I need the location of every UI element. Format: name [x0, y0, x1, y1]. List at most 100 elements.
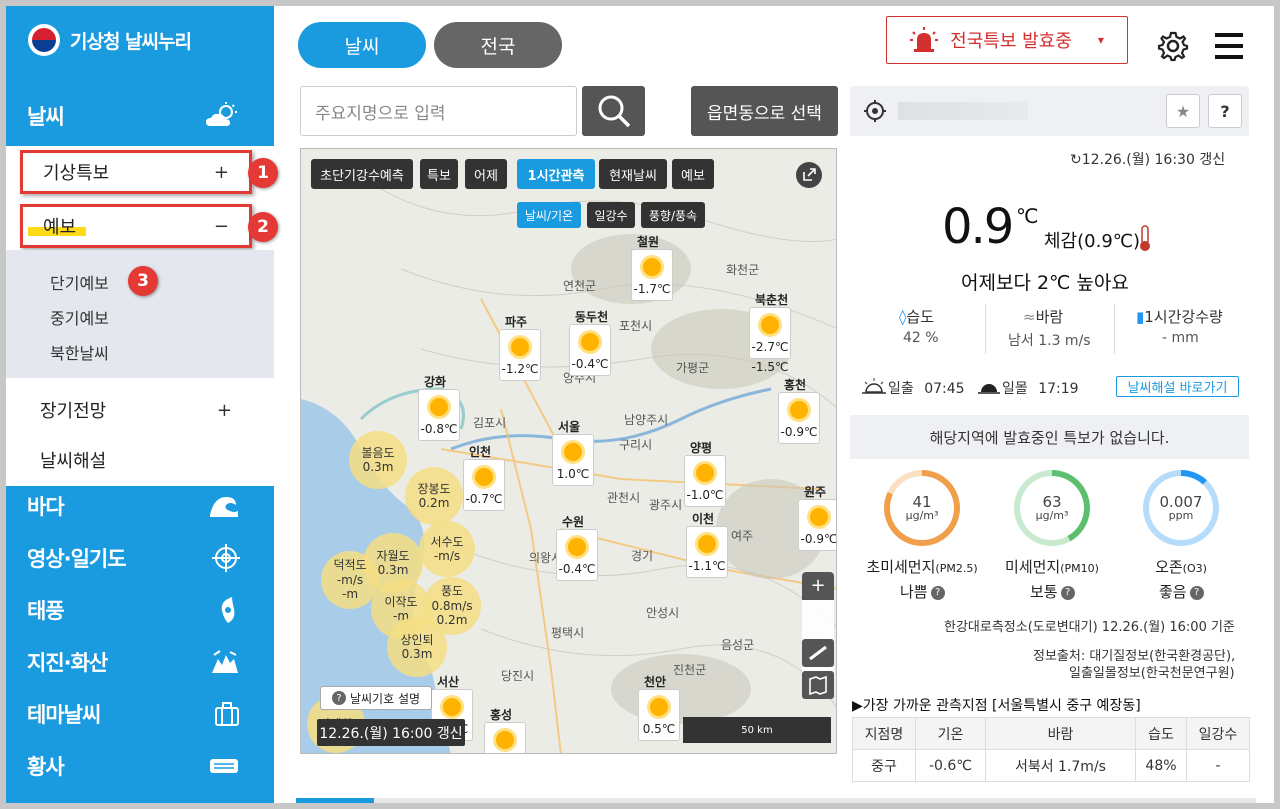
- air-name-text: 미세먼지: [1005, 558, 1061, 576]
- sidebar-item-earthquake[interactable]: 지진·화산: [6, 636, 274, 688]
- sea-name: 장봉도: [417, 481, 451, 496]
- station-name: 북춘천: [755, 293, 789, 307]
- sidebar-item-forecast[interactable]: 예보 −: [20, 204, 252, 248]
- station-marker[interactable]: 0.5℃: [638, 689, 680, 741]
- search-button[interactable]: [582, 86, 645, 136]
- tab-current-weather[interactable]: 현재날씨: [599, 159, 667, 189]
- station-marker[interactable]: 1.0℃: [552, 434, 594, 486]
- favorite-star-button[interactable]: ★: [1166, 94, 1200, 128]
- tab-national[interactable]: 전국: [434, 22, 562, 68]
- sunny-icon: [443, 698, 461, 716]
- sea-observation-marker[interactable]: 볼음도 0.3m: [349, 431, 407, 489]
- station-name: 강화: [424, 375, 447, 389]
- sidebar-item-weather[interactable]: 날씨: [6, 90, 274, 142]
- collapse-icon: −: [213, 215, 229, 237]
- weather-symbol-legend-button[interactable]: ? 날씨기호 설명: [320, 686, 432, 710]
- typhoon-icon: [221, 597, 235, 623]
- national-alert-dropdown[interactable]: 전국특보 발효중 ▾: [886, 16, 1128, 64]
- sidebar-item-short-term[interactable]: 단기예보: [50, 270, 109, 294]
- subtab-wind[interactable]: 풍향/풍속: [641, 202, 705, 228]
- station-marker[interactable]: -0.9℃: [778, 392, 820, 444]
- help-button[interactable]: ?: [1208, 94, 1242, 128]
- sidebar-item-sea[interactable]: 바다: [6, 480, 274, 532]
- air-gauge-inner: 0.007 ppm: [1149, 476, 1213, 540]
- weather-commentary-link[interactable]: 날씨해설 바로가기: [1116, 376, 1239, 397]
- station-marker[interactable]: -1.7℃: [631, 249, 673, 301]
- sunset: 일몰 17:19: [1002, 378, 1079, 398]
- air-gauge: 63 μg/m³: [1014, 470, 1090, 546]
- search-input[interactable]: 주요지명으로 입력: [300, 86, 577, 136]
- zoom-in-button[interactable]: +: [802, 572, 834, 600]
- station-marker[interactable]: -0.7℃: [463, 459, 505, 511]
- sea-observation-marker[interactable]: 장봉도 0.2m: [405, 467, 463, 525]
- sea-val: 0.3m: [401, 647, 433, 661]
- wind-value: 남서 1.3 m/s: [1008, 333, 1091, 349]
- sidebar-item-commentary[interactable]: 날씨해설: [20, 438, 252, 482]
- sunny-icon: [790, 401, 808, 419]
- air-name: 오존(O3): [1119, 556, 1243, 577]
- ruler-icon[interactable]: [802, 639, 834, 667]
- sidebar-item-satellite[interactable]: 영상·일기도: [6, 532, 274, 584]
- tab-map-alerts[interactable]: 특보: [420, 159, 458, 189]
- station-marker[interactable]: -0.4℃: [569, 324, 611, 376]
- logo[interactable]: 기상청 날씨누리: [28, 24, 192, 56]
- sidebar-item-label: 태풍: [27, 599, 65, 623]
- subtab-daily-rain[interactable]: 일강수: [587, 202, 635, 228]
- station-name: 서산: [437, 675, 460, 689]
- region-select-button[interactable]: 읍면동으로 선택: [691, 86, 838, 136]
- menu-icon[interactable]: [1214, 31, 1244, 61]
- sidebar-item-mid-term[interactable]: 중기예보: [50, 305, 109, 329]
- sea-observation-marker[interactable]: 서수도 -m/s: [419, 521, 475, 577]
- observation-table: 지점명 기온 바람 습도 일강수 중구 -0.6℃ 서북서 1.7m/s 48%…: [852, 717, 1250, 782]
- station-temp: -1.1℃: [688, 559, 726, 573]
- sunny-icon: [643, 258, 661, 276]
- air-name: 미세먼지(PM10): [990, 556, 1114, 577]
- station-marker[interactable]: -1.0℃: [684, 455, 726, 507]
- help-icon[interactable]: ?: [930, 585, 945, 600]
- refresh-icon[interactable]: ↻: [1070, 152, 1082, 168]
- station-temp: -0.7℃: [465, 492, 503, 506]
- sea-observation-marker[interactable]: 상인퇴 0.3m: [387, 617, 447, 677]
- tab-hourly-obs[interactable]: 1시간관측: [517, 159, 595, 189]
- help-icon[interactable]: ?: [1189, 585, 1204, 600]
- tab-yesterday[interactable]: 어제: [465, 159, 507, 189]
- subtab-weather-temp[interactable]: 날씨/기온: [517, 202, 581, 228]
- location-target-icon[interactable]: [864, 100, 886, 122]
- station-marker[interactable]: -0.8℃: [418, 389, 460, 441]
- annotation-badge-2: 2: [248, 212, 278, 242]
- station-marker[interactable]: -0.4℃: [556, 529, 598, 581]
- place-label: 남양주시: [624, 413, 669, 427]
- station-marker[interactable]: -2.7℃ -1.5℃: [749, 307, 791, 374]
- tab-map-forecast[interactable]: 예보: [672, 159, 714, 189]
- weather-map[interactable]: 초단기강수예측 특보 어제 1시간관측 현재날씨 예보 날씨/기온 일강수 풍향…: [300, 148, 837, 754]
- sidebar-item-theme[interactable]: 테마날씨: [6, 688, 274, 740]
- cell-temp: -0.6℃: [914, 749, 986, 782]
- station-temp: 0.5℃: [642, 722, 676, 736]
- station-marker[interactable]: [484, 722, 526, 753]
- tab-nowcast-rain[interactable]: 초단기강수예측: [311, 159, 413, 189]
- sidebar-item-typhoon[interactable]: 태풍: [6, 584, 274, 636]
- star-icon: ★: [1175, 101, 1191, 121]
- sidebar: 기상청 날씨누리 날씨 기상특보 + 예보 − 장기전망 + 날씨해설 1 2 …: [6, 6, 278, 803]
- sidebar-item-north-korea[interactable]: 북한날씨: [50, 340, 109, 364]
- dust-icon: [210, 759, 238, 773]
- help-icon[interactable]: ?: [1060, 585, 1075, 600]
- wind-label-text: 바람: [1035, 308, 1064, 326]
- map-layer-icon[interactable]: [802, 671, 834, 699]
- sea-observation-marker[interactable]: 덕적도 -m/s -m: [321, 551, 379, 609]
- rain-value: - mm: [1162, 330, 1199, 346]
- update-time: ↻12.26.(월) 16:30 갱신: [1070, 149, 1225, 169]
- station-temp: -0.9℃: [800, 532, 837, 546]
- gear-icon[interactable]: [1157, 30, 1189, 62]
- place-label: 연천군: [563, 279, 597, 293]
- station-marker[interactable]: -1.1℃: [686, 526, 728, 578]
- sidebar-item-longterm[interactable]: 장기전망 +: [20, 388, 252, 432]
- sidebar-item-dust[interactable]: 황사: [6, 740, 274, 792]
- station-marker[interactable]: -0.9℃: [798, 499, 837, 551]
- sidebar-item-alerts[interactable]: 기상특보 +: [20, 150, 252, 194]
- tab-weather[interactable]: 날씨: [298, 22, 426, 68]
- external-link-icon[interactable]: [796, 162, 822, 188]
- place-label: 관천시: [607, 491, 641, 505]
- rain-label: ▮1시간강수량: [1136, 306, 1223, 327]
- station-marker[interactable]: -1.2℃: [499, 329, 541, 381]
